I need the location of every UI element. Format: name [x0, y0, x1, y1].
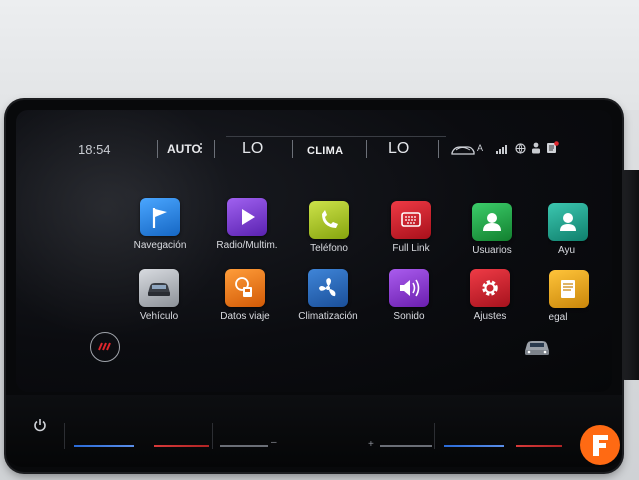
app-legal[interactable]: Legal [549, 270, 589, 323]
app-radio[interactable]: Radio/Multim. [202, 198, 292, 251]
document-icon [561, 280, 575, 298]
app-label: Radio/Multim. [216, 240, 278, 251]
fuel-icon [235, 277, 252, 297]
app-label: Navegación [133, 240, 187, 251]
slider-divider [212, 423, 213, 449]
temp-slider-left-hot[interactable] [154, 445, 209, 447]
app-label: Legal [549, 312, 568, 323]
app-label: Sonido [393, 311, 425, 322]
fan-slider[interactable] [220, 445, 268, 447]
navigation-tile [140, 198, 180, 236]
app-label: Ayu [558, 245, 576, 256]
phone-tile [309, 201, 349, 239]
brand-logo [580, 425, 620, 465]
temp-slider-left-cold[interactable] [74, 445, 134, 447]
vehicle-tile [139, 269, 179, 307]
app-vehicle[interactable]: Vehículo [114, 269, 204, 322]
keyboard-icon [401, 212, 421, 227]
vehicle-status-button[interactable] [522, 335, 552, 359]
car-icon [148, 283, 170, 296]
radio-tile [227, 198, 267, 236]
flag-icon [152, 208, 167, 228]
app-trip-data[interactable]: Datos viaje [200, 269, 290, 322]
legal-tile [549, 270, 589, 308]
users-tile [472, 203, 512, 241]
app-label: Datos viaje [220, 311, 270, 322]
fan-icon [319, 278, 336, 297]
climate-tile [308, 269, 348, 307]
play-icon [242, 209, 255, 225]
app-climate[interactable]: Climatización [283, 269, 373, 322]
user-icon [483, 213, 501, 231]
app-phone[interactable]: Teléfono [284, 201, 374, 254]
app-sound[interactable]: Sonido [364, 269, 454, 322]
fan-minus-icon[interactable]: – [271, 437, 277, 448]
temp-slider-right-hot[interactable] [516, 445, 562, 447]
car-front-icon [525, 341, 549, 355]
slider-divider [434, 423, 435, 449]
app-label: Usuarios [472, 245, 512, 256]
fan-slider-right[interactable] [380, 445, 432, 447]
slider-divider [64, 423, 65, 449]
app-full-link[interactable]: Full Link [366, 201, 456, 254]
app-label: Ajustes [473, 311, 507, 322]
fan-plus-icon[interactable]: + [368, 439, 374, 450]
temp-slider-right-cold[interactable] [444, 445, 504, 447]
logo-f-icon [593, 435, 608, 456]
app-label: Teléfono [310, 243, 348, 254]
app-label: Full Link [392, 243, 430, 254]
touchscreen: 18:54 AUTO LO CLIMA LO A Navegación Radi… [16, 110, 612, 392]
trip-data-tile [225, 269, 265, 307]
gear-icon [482, 280, 498, 296]
background-wall [0, 0, 639, 110]
app-settings[interactable]: Ajustes [445, 269, 535, 322]
speaker-icon [400, 279, 420, 297]
app-users[interactable]: Usuarios [447, 203, 537, 256]
power-icon[interactable] [33, 418, 47, 432]
all-apps-button[interactable] [90, 332, 120, 362]
app-navigation[interactable]: Navegación [115, 198, 205, 251]
phone-icon [322, 210, 338, 228]
menu-stripes-icon [98, 342, 111, 351]
full-link-tile [391, 201, 431, 239]
app-label: Climatización [298, 311, 358, 322]
sound-tile [389, 269, 429, 307]
app-label: Vehículo [139, 311, 179, 322]
help-tile [548, 203, 588, 241]
infotainment-unit: 18:54 AUTO LO CLIMA LO A Navegación Radi… [6, 100, 622, 472]
app-help[interactable]: Ayu [548, 203, 588, 256]
help-icon [560, 213, 576, 231]
settings-tile [470, 269, 510, 307]
climate-control-strip: – + [6, 395, 622, 467]
